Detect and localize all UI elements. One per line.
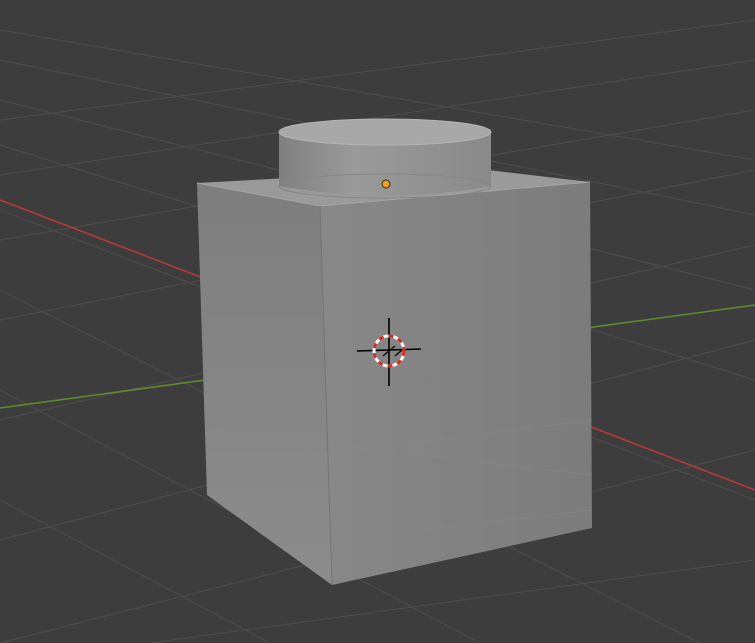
cube-object[interactable]: [196, 168, 593, 586]
cube-face-right: [320, 182, 592, 585]
origin-dot-icon[interactable]: [381, 179, 391, 189]
viewport-canvas[interactable]: [0, 0, 755, 643]
3d-viewport[interactable]: [0, 0, 755, 643]
cylinder-top: [278, 118, 492, 146]
